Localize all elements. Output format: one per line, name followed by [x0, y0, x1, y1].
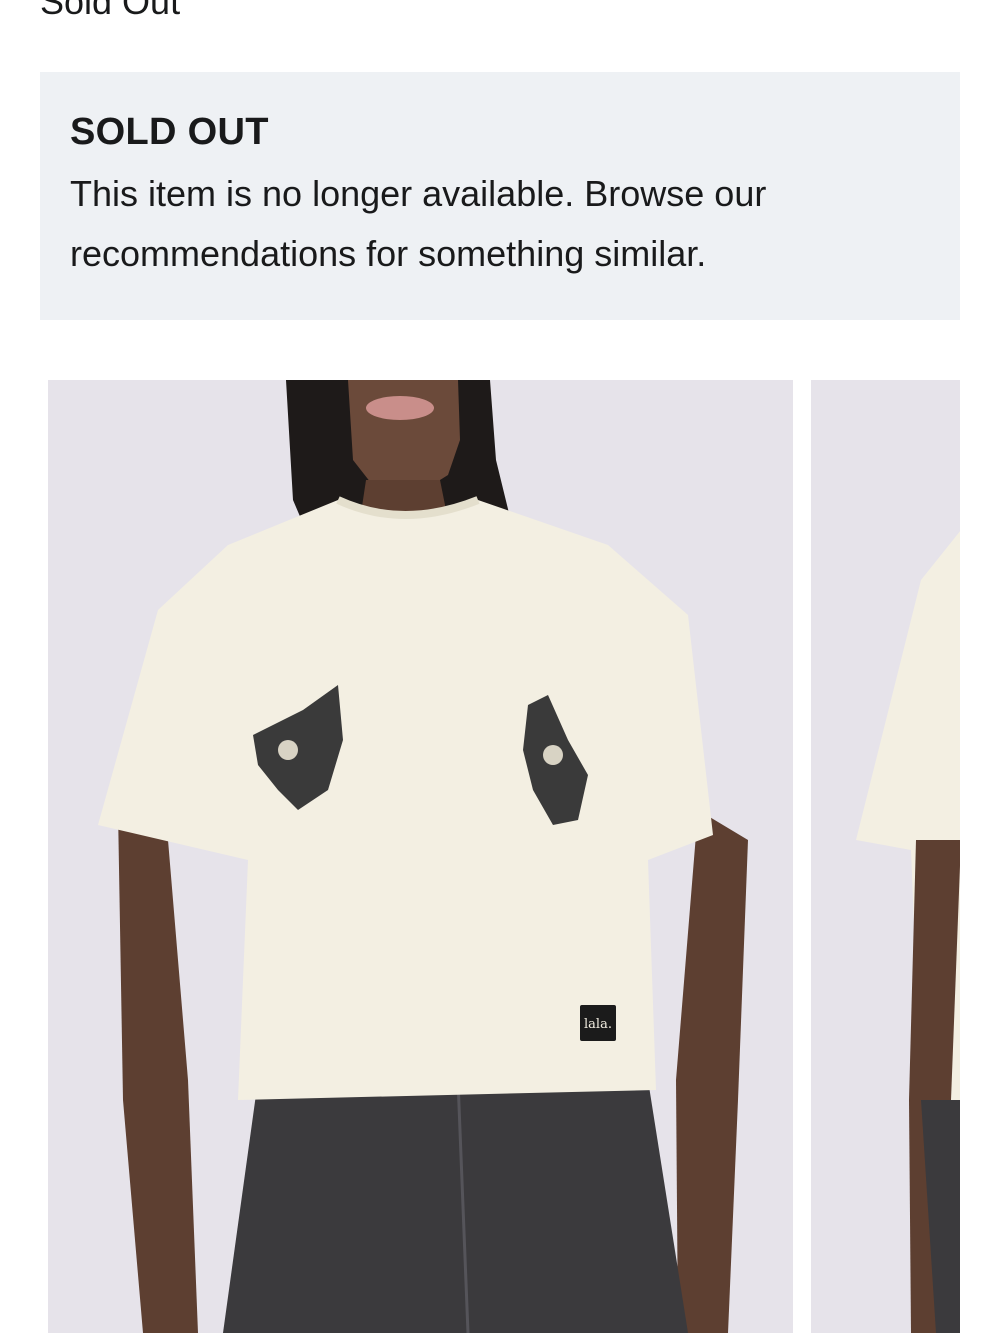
product-photo-side — [811, 380, 960, 1333]
sold-out-notice: SOLD OUT This item is no longer availabl… — [40, 72, 960, 320]
product-image-side[interactable] — [811, 380, 960, 1333]
notice-message: This item is no longer available. Browse… — [70, 173, 767, 274]
product-page: Sold Out SOLD OUT This item is no longer… — [0, 0, 1000, 1333]
availability-status: Sold Out — [40, 0, 181, 22]
brand-tag: lala. — [584, 1017, 612, 1032]
product-image-front[interactable]: lala. — [48, 380, 793, 1333]
product-photo-front: lala. — [48, 380, 793, 1333]
product-image-gallery[interactable]: lala. — [40, 380, 960, 1333]
notice-title: SOLD OUT — [70, 111, 269, 153]
